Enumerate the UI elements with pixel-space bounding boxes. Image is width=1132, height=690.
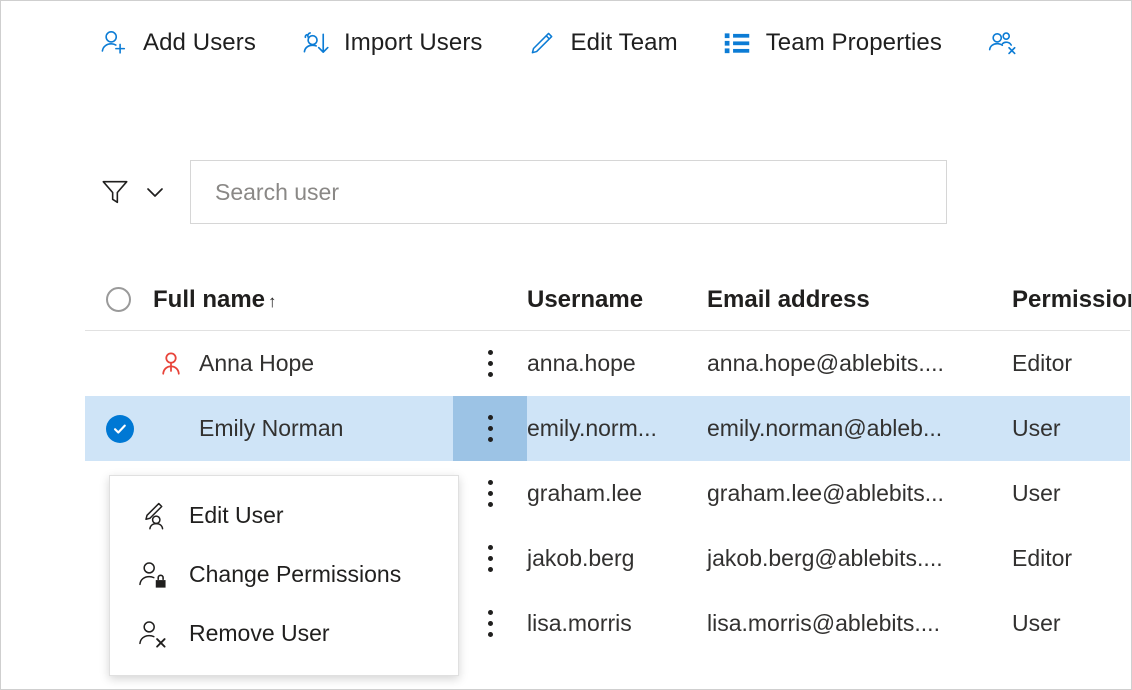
toolbar: Add Users Import Users Edit Team Team Pr… <box>1 1 1131 85</box>
team-properties-label: Team Properties <box>765 29 942 56</box>
cell-username: anna.hope <box>527 350 636 376</box>
cell-permissions: Editor <box>1012 350 1073 376</box>
context-menu-item-change-permissions[interactable]: Change Permissions <box>110 545 458 604</box>
column-header-permissions[interactable]: Permissions <box>1012 286 1131 314</box>
cell-email: anna.hope@ablebits.... <box>707 350 944 376</box>
team-properties-button[interactable]: Team Properties <box>720 15 942 71</box>
cell-username: lisa.morris <box>527 610 632 636</box>
cell-email: graham.lee@ablebits... <box>707 480 944 506</box>
table-header-row: Full name ↑ Username Email address Permis… <box>85 269 1131 331</box>
column-header-email[interactable]: Email address <box>707 286 1012 314</box>
full-name-text: Anna Hope <box>199 350 315 376</box>
kebab-menu-icon[interactable] <box>453 591 527 656</box>
context-menu-item-remove-user-label: Remove User <box>189 620 330 646</box>
table-row[interactable]: Anna Hope anna.hope anna.hope@ablebits..… <box>85 331 1130 396</box>
remove-team-button[interactable] <box>984 15 1030 71</box>
cell-full-name: Anna Hope <box>153 350 453 377</box>
column-header-full-name[interactable]: Full name ↑ <box>153 286 453 314</box>
add-users-label: Add Users <box>143 29 256 56</box>
cell-email: jakob.berg@ablebits.... <box>707 545 943 571</box>
team-users-panel: Add Users Import Users Edit Team Team Pr… <box>0 0 1132 690</box>
filter-dropdown[interactable] <box>98 175 168 209</box>
header-kebab-spacer <box>453 269 527 330</box>
pencil-icon <box>525 26 559 60</box>
column-header-username[interactable]: Username <box>527 286 707 314</box>
cell-permissions: User <box>1012 610 1061 636</box>
row-checkbox-checked[interactable] <box>85 414 153 443</box>
blocked-user-icon <box>153 351 189 377</box>
cell-email: emily.norman@ableb... <box>707 415 943 441</box>
person-add-icon <box>97 26 131 60</box>
kebab-menu-icon[interactable] <box>453 526 527 591</box>
table-row-selected[interactable]: Emily Norman emily.norm... emily.norman@… <box>85 396 1130 461</box>
checkmark-icon <box>106 414 134 443</box>
search-input[interactable] <box>191 161 946 223</box>
row-context-menu: Edit User Change Permissions Remove User <box>109 475 459 676</box>
add-users-button[interactable]: Add Users <box>97 15 256 71</box>
edit-user-icon <box>134 498 170 534</box>
cell-username: graham.lee <box>527 480 643 506</box>
cell-permissions: User <box>1012 415 1061 441</box>
unchecked-circle-icon <box>106 287 131 312</box>
cell-permissions: User <box>1012 480 1061 506</box>
user-remove-icon <box>134 616 170 652</box>
edit-team-button[interactable]: Edit Team <box>525 15 678 71</box>
cell-username: emily.norm... <box>527 415 657 441</box>
search-field-wrapper[interactable] <box>190 160 947 224</box>
context-menu-item-edit-user[interactable]: Edit User <box>110 486 458 545</box>
cell-permissions: Editor <box>1012 545 1073 571</box>
context-menu-item-change-permissions-label: Change Permissions <box>189 561 402 587</box>
select-all-checkbox[interactable] <box>85 287 153 312</box>
row-actions-button[interactable] <box>453 526 527 591</box>
sort-ascending-icon: ↑ <box>268 291 277 311</box>
remove-team-icon <box>984 26 1018 60</box>
list-properties-icon <box>720 26 754 60</box>
full-name-text: Emily Norman <box>199 415 344 441</box>
row-actions-button[interactable] <box>453 591 527 656</box>
cell-username: jakob.berg <box>527 545 635 571</box>
context-menu-item-edit-user-label: Edit User <box>189 502 284 528</box>
cell-full-name: Emily Norman <box>153 415 453 442</box>
funnel-icon <box>98 175 132 209</box>
kebab-menu-icon[interactable] <box>453 331 527 396</box>
user-lock-icon <box>134 557 170 593</box>
chevron-down-icon <box>142 179 168 205</box>
column-header-full-name-label: Full name ↑ <box>153 285 277 313</box>
edit-team-label: Edit Team <box>570 29 678 56</box>
context-menu-item-remove-user[interactable]: Remove User <box>110 604 458 663</box>
row-actions-button[interactable] <box>453 461 527 526</box>
row-actions-button[interactable] <box>453 331 527 396</box>
kebab-menu-icon[interactable] <box>453 461 527 526</box>
import-users-button[interactable]: Import Users <box>298 15 483 71</box>
import-users-label: Import Users <box>343 29 483 56</box>
kebab-menu-icon[interactable] <box>453 396 527 461</box>
cell-email: lisa.morris@ablebits.... <box>707 610 940 636</box>
row-actions-button-active[interactable] <box>453 396 527 461</box>
import-users-icon <box>298 26 332 60</box>
filter-search-bar <box>1 153 1131 231</box>
